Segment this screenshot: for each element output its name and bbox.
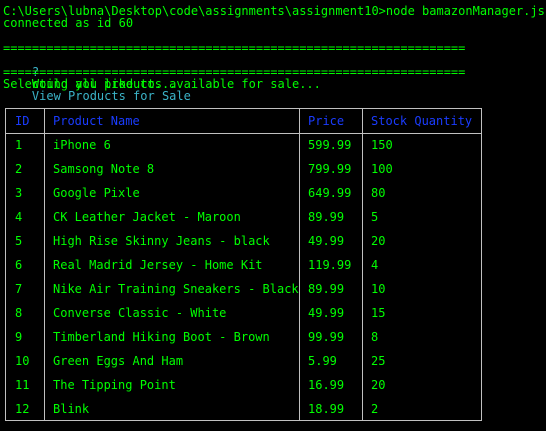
column-divider — [362, 109, 363, 420]
cell-id: 4 — [15, 210, 23, 224]
cell-stock-quantity: 25 — [371, 354, 386, 368]
cell-stock-quantity: 20 — [371, 378, 386, 392]
column-divider — [299, 109, 300, 420]
cell-price: 89.99 — [308, 210, 345, 224]
cell-id: 11 — [15, 378, 30, 392]
cell-price: 16.99 — [308, 378, 345, 392]
cell-product-name: Real Madrid Jersey - Home Kit — [53, 258, 263, 272]
cell-product-name: Converse Classic - White — [53, 306, 227, 320]
cell-price: 799.99 — [308, 162, 352, 176]
cell-id: 3 — [15, 186, 23, 200]
cell-stock-quantity: 150 — [371, 138, 393, 152]
header-stock-quantity: Stock Quantity — [371, 114, 473, 128]
cell-stock-quantity: 80 — [371, 186, 386, 200]
cell-price: 599.99 — [308, 138, 352, 152]
cell-id: 1 — [15, 138, 23, 152]
cell-product-name: Blink — [53, 402, 90, 416]
cell-product-name: iPhone 6 — [53, 138, 111, 152]
cell-product-name: The Tipping Point — [53, 378, 176, 392]
cell-id: 12 — [15, 402, 30, 416]
cell-id: 6 — [15, 258, 23, 272]
connected-line: connected as id 60 — [3, 16, 134, 30]
cell-product-name: Nike Air Training Sneakers - Black — [53, 282, 299, 296]
header-price: Price — [308, 114, 345, 128]
cell-product-name: Google Pixle — [53, 186, 140, 200]
cell-stock-quantity: 20 — [371, 234, 386, 248]
cell-id: 7 — [15, 282, 23, 296]
status-line: Selecting all products available for sal… — [3, 77, 321, 91]
cell-id: 2 — [15, 162, 23, 176]
cell-price: 119.99 — [308, 258, 352, 272]
column-divider — [44, 109, 45, 420]
cell-stock-quantity: 8 — [371, 330, 379, 344]
cell-id: 8 — [15, 306, 23, 320]
cell-product-name: High Rise Skinny Jeans - black — [53, 234, 270, 248]
cell-price: 99.99 — [308, 330, 345, 344]
header-id: ID — [15, 114, 30, 128]
cell-stock-quantity: 15 — [371, 306, 386, 320]
cell-stock-quantity: 100 — [371, 162, 393, 176]
cell-price: 5.99 — [308, 354, 337, 368]
cell-price: 89.99 — [308, 282, 345, 296]
cell-id: 9 — [15, 330, 23, 344]
cell-product-name: Green Eggs And Ham — [53, 354, 184, 368]
cell-price: 49.99 — [308, 306, 345, 320]
separator-top: ========================================… — [3, 41, 466, 55]
cell-product-name: Timberland Hiking Boot - Brown — [53, 330, 270, 344]
cell-stock-quantity: 2 — [371, 402, 379, 416]
cell-price: 49.99 — [308, 234, 345, 248]
cell-product-name: Samsong Note 8 — [53, 162, 155, 176]
products-table: ID Product Name Price Stock Quantity 1 iPhone… — [5, 108, 482, 421]
cell-stock-quantity: 4 — [371, 258, 379, 272]
cell-id: 10 — [15, 354, 30, 368]
prompt-answer: View Products for Sale — [31, 89, 191, 103]
cell-price: 18.99 — [308, 402, 345, 416]
cell-price: 649.99 — [308, 186, 352, 200]
cell-stock-quantity: 5 — [371, 210, 379, 224]
header-product-name: Product Name — [53, 114, 140, 128]
cell-id: 5 — [15, 234, 23, 248]
cell-stock-quantity: 10 — [371, 282, 386, 296]
cell-product-name: CK Leather Jacket - Maroon — [53, 210, 241, 224]
